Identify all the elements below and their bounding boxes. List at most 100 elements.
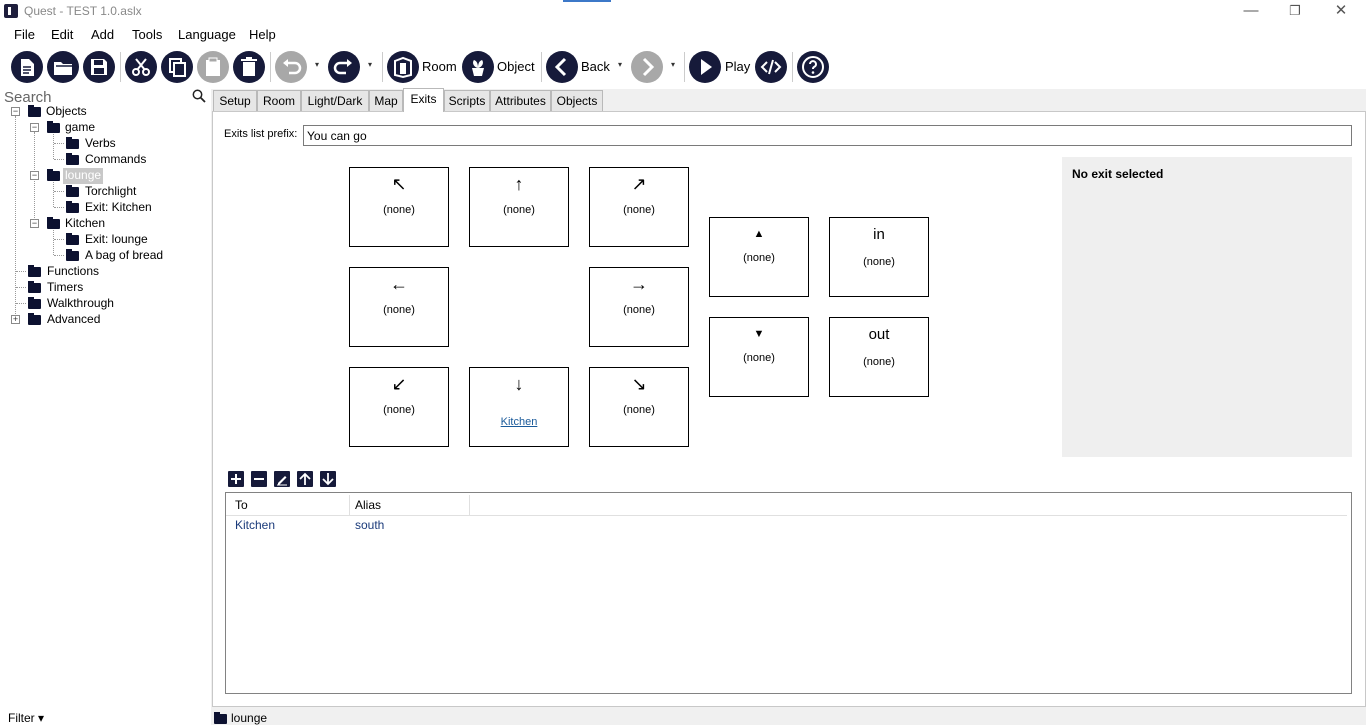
table-row-to[interactable]: Kitchen [235, 518, 275, 532]
object-icon[interactable] [462, 51, 494, 83]
undo-dropdown-icon[interactable]: ▾ [315, 60, 319, 69]
filter-dropdown[interactable]: Filter ▾ [8, 711, 44, 725]
room-icon[interactable] [387, 51, 419, 83]
menu-help[interactable]: Help [249, 27, 276, 42]
tree-node-game[interactable]: game [65, 120, 95, 136]
open-folder-icon[interactable] [47, 51, 79, 83]
exit-southeast[interactable]: ↘ (none) [589, 367, 689, 447]
cut-icon[interactable] [125, 51, 157, 83]
tree-node-kitchen[interactable]: Kitchen [65, 216, 105, 232]
tree-node-lounge[interactable]: lounge [63, 168, 104, 184]
tree-node-advanced[interactable]: Advanced [47, 312, 100, 328]
edit-exit-icon[interactable] [274, 471, 290, 487]
status-current-element: lounge [231, 711, 268, 725]
object-button-label[interactable]: Object [497, 59, 535, 74]
paste-icon[interactable] [197, 51, 229, 83]
search-input[interactable]: Search [4, 89, 52, 106]
toolbar-separator [541, 52, 542, 82]
menu-add[interactable]: Add [91, 27, 114, 42]
tab-room[interactable]: Room [257, 90, 301, 111]
menu-edit[interactable]: Edit [51, 27, 73, 42]
collapse-lounge-icon[interactable]: − [30, 171, 39, 180]
expand-advanced-icon[interactable]: + [11, 315, 20, 324]
back-dropdown-icon[interactable]: ▾ [618, 60, 622, 69]
exit-southwest[interactable]: ↙ (none) [349, 367, 449, 447]
tree-node-walkthrough[interactable]: Walkthrough [47, 296, 114, 312]
tab-objects[interactable]: Objects [551, 90, 603, 111]
exit-out[interactable]: out (none) [829, 317, 929, 397]
save-icon[interactable] [83, 51, 115, 83]
exit-north[interactable]: ↑ (none) [469, 167, 569, 247]
close-button[interactable]: ✕ [1318, 0, 1364, 22]
exit-value: (none) [863, 356, 895, 368]
exit-detail-text: No exit selected [1072, 167, 1164, 181]
room-button-label[interactable]: Room [422, 59, 457, 74]
tree-node-objects[interactable]: Objects [46, 104, 87, 120]
folder-icon [28, 297, 41, 309]
back-icon[interactable] [546, 51, 578, 83]
exit-in[interactable]: in (none) [829, 217, 929, 297]
arrow-east-icon: → [630, 274, 648, 294]
exit-east[interactable]: → (none) [589, 267, 689, 347]
table-row-alias[interactable]: south [355, 518, 384, 532]
tree-node-torchlight[interactable]: Torchlight [85, 184, 136, 200]
search-icon[interactable] [192, 89, 206, 106]
menu-file[interactable]: File [14, 27, 35, 42]
tab-attributes[interactable]: Attributes [490, 90, 551, 111]
exit-northeast[interactable]: ↗ (none) [589, 167, 689, 247]
forward-dropdown-icon[interactable]: ▾ [671, 60, 675, 69]
tree-node-exit-lounge[interactable]: Exit: lounge [85, 232, 148, 248]
exit-down[interactable]: ▼ (none) [709, 317, 809, 397]
redo-icon[interactable] [328, 51, 360, 83]
exit-up[interactable]: ▲ (none) [709, 217, 809, 297]
exits-prefix-input[interactable] [303, 125, 1352, 146]
redo-dropdown-icon[interactable]: ▾ [368, 60, 372, 69]
collapse-objects-icon[interactable]: − [11, 107, 20, 116]
tree-node-commands[interactable]: Commands [85, 152, 146, 168]
remove-exit-icon[interactable] [251, 471, 267, 487]
collapse-kitchen-icon[interactable]: − [30, 219, 39, 228]
tree-node-verbs[interactable]: Verbs [85, 136, 116, 152]
folder-icon [47, 217, 60, 229]
help-icon[interactable] [797, 51, 829, 83]
tab-setup[interactable]: Setup [213, 90, 257, 111]
tree-node-functions[interactable]: Functions [47, 264, 99, 280]
undo-icon[interactable] [275, 51, 307, 83]
add-exit-icon[interactable] [228, 471, 244, 487]
move-up-icon[interactable] [297, 471, 313, 487]
column-separator [349, 495, 350, 515]
play-button-label[interactable]: Play [725, 59, 750, 74]
tree-node-bag-of-bread[interactable]: A bag of bread [85, 248, 163, 264]
folder-icon [66, 249, 79, 261]
maximize-button[interactable]: ❐ [1272, 0, 1318, 22]
forward-icon[interactable] [631, 51, 663, 83]
tree-line [54, 255, 64, 256]
column-header-alias[interactable]: Alias [355, 498, 381, 512]
tree-node-exit-kitchen[interactable]: Exit: Kitchen [85, 200, 152, 216]
column-header-to[interactable]: To [235, 498, 248, 512]
exit-west[interactable]: ← (none) [349, 267, 449, 347]
exit-northwest[interactable]: ↖ (none) [349, 167, 449, 247]
tab-exits[interactable]: Exits [403, 88, 444, 112]
move-down-icon[interactable] [320, 471, 336, 487]
code-view-icon[interactable] [755, 51, 787, 83]
tab-light-dark[interactable]: Light/Dark [301, 90, 369, 111]
collapse-game-icon[interactable]: − [30, 123, 39, 132]
play-icon[interactable] [689, 51, 721, 83]
tab-scripts[interactable]: Scripts [444, 90, 490, 111]
copy-icon[interactable] [161, 51, 193, 83]
delete-icon[interactable] [233, 51, 265, 83]
back-button-label[interactable]: Back [581, 59, 610, 74]
arrow-west-icon: ← [390, 274, 408, 294]
exits-list[interactable] [225, 492, 1352, 694]
new-file-icon[interactable] [11, 51, 43, 83]
minimize-button[interactable]: — [1228, 0, 1274, 22]
title-bar [0, 0, 1366, 23]
tab-map[interactable]: Map [369, 90, 403, 111]
exit-south-link[interactable]: Kitchen [470, 416, 568, 428]
menu-tools[interactable]: Tools [132, 27, 162, 42]
menu-language[interactable]: Language [178, 27, 236, 42]
folder-icon [28, 281, 41, 293]
tree-node-timers[interactable]: Timers [47, 280, 83, 296]
exit-south[interactable]: ↓ Kitchen [469, 367, 569, 447]
